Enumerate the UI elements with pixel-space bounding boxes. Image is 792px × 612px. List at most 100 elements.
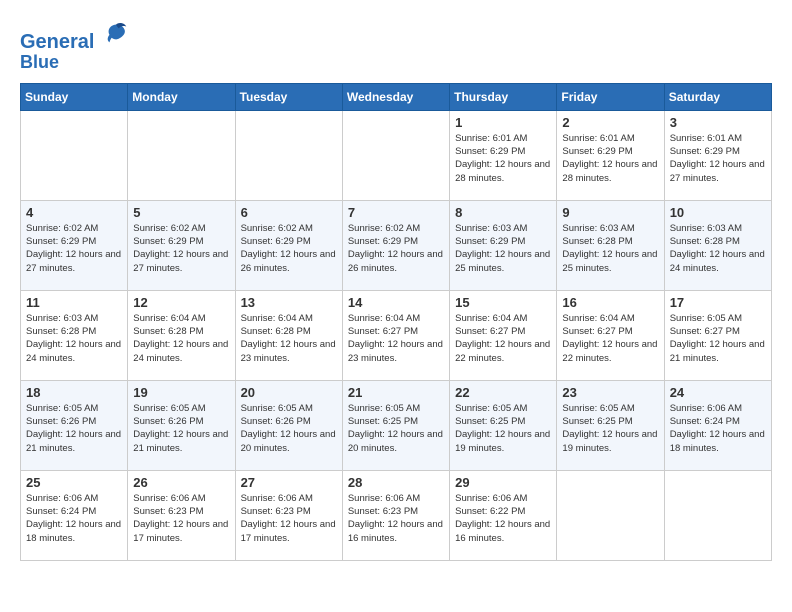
day-info: Sunrise: 6:05 AMSunset: 6:25 PMDaylight:…	[455, 402, 551, 455]
week-row-4: 18 Sunrise: 6:05 AMSunset: 6:26 PMDayligh…	[21, 380, 772, 470]
day-info: Sunrise: 6:05 AMSunset: 6:25 PMDaylight:…	[562, 402, 658, 455]
day-info: Sunrise: 6:04 AMSunset: 6:28 PMDaylight:…	[241, 312, 337, 365]
calendar-cell: 1 Sunrise: 6:01 AMSunset: 6:29 PMDaylight…	[450, 110, 557, 200]
logo: General Blue	[20, 20, 130, 73]
calendar-cell	[557, 470, 664, 560]
calendar-cell: 16 Sunrise: 6:04 AMSunset: 6:27 PMDayligh…	[557, 290, 664, 380]
day-info: Sunrise: 6:03 AMSunset: 6:28 PMDaylight:…	[670, 222, 766, 275]
calendar-cell: 9 Sunrise: 6:03 AMSunset: 6:28 PMDaylight…	[557, 200, 664, 290]
day-info: Sunrise: 6:04 AMSunset: 6:27 PMDaylight:…	[455, 312, 551, 365]
day-number: 21	[348, 385, 444, 400]
day-number: 1	[455, 115, 551, 130]
calendar-cell: 13 Sunrise: 6:04 AMSunset: 6:28 PMDayligh…	[235, 290, 342, 380]
day-info: Sunrise: 6:02 AMSunset: 6:29 PMDaylight:…	[241, 222, 337, 275]
calendar-cell: 19Sunrise: 6:05 AMSunset: 6:26 PMDayligh…	[128, 380, 235, 470]
calendar-cell: 29Sunrise: 6:06 AMSunset: 6:22 PMDayligh…	[450, 470, 557, 560]
logo-text2: Blue	[20, 53, 130, 73]
header-day-thursday: Thursday	[450, 83, 557, 110]
day-info: Sunrise: 6:05 AMSunset: 6:25 PMDaylight:…	[348, 402, 444, 455]
week-row-2: 4 Sunrise: 6:02 AMSunset: 6:29 PMDaylight…	[21, 200, 772, 290]
day-info: Sunrise: 6:05 AMSunset: 6:26 PMDaylight:…	[241, 402, 337, 455]
calendar-cell: 6 Sunrise: 6:02 AMSunset: 6:29 PMDaylight…	[235, 200, 342, 290]
day-info: Sunrise: 6:05 AMSunset: 6:26 PMDaylight:…	[26, 402, 122, 455]
day-number: 9	[562, 205, 658, 220]
day-info: Sunrise: 6:03 AMSunset: 6:29 PMDaylight:…	[455, 222, 551, 275]
day-number: 15	[455, 295, 551, 310]
header-day-wednesday: Wednesday	[342, 83, 449, 110]
calendar-cell: 5Sunrise: 6:02 AMSunset: 6:29 PMDaylight…	[128, 200, 235, 290]
day-info: Sunrise: 6:06 AMSunset: 6:23 PMDaylight:…	[133, 492, 229, 545]
day-info: Sunrise: 6:05 AMSunset: 6:27 PMDaylight:…	[670, 312, 766, 365]
day-info: Sunrise: 6:06 AMSunset: 6:24 PMDaylight:…	[26, 492, 122, 545]
day-number: 18	[26, 385, 122, 400]
calendar-cell: 22 Sunrise: 6:05 AMSunset: 6:25 PMDayligh…	[450, 380, 557, 470]
day-number: 13	[241, 295, 337, 310]
day-number: 3	[670, 115, 766, 130]
calendar-table: SundayMondayTuesdayWednesdayThursdayFrid…	[20, 83, 772, 561]
day-number: 5	[133, 205, 229, 220]
calendar-cell: 8Sunrise: 6:03 AMSunset: 6:29 PMDaylight…	[450, 200, 557, 290]
calendar-cell: 26 Sunrise: 6:06 AMSunset: 6:23 PMDayligh…	[128, 470, 235, 560]
week-row-3: 11Sunrise: 6:03 AMSunset: 6:28 PMDayligh…	[21, 290, 772, 380]
day-info: Sunrise: 6:02 AMSunset: 6:29 PMDaylight:…	[348, 222, 444, 275]
logo-bird-icon	[102, 20, 130, 48]
calendar-cell	[128, 110, 235, 200]
day-number: 24	[670, 385, 766, 400]
calendar-cell: 12 Sunrise: 6:04 AMSunset: 6:28 PMDayligh…	[128, 290, 235, 380]
day-info: Sunrise: 6:06 AMSunset: 6:23 PMDaylight:…	[348, 492, 444, 545]
calendar-cell: 14 Sunrise: 6:04 AMSunset: 6:27 PMDayligh…	[342, 290, 449, 380]
day-info: Sunrise: 6:04 AMSunset: 6:27 PMDaylight:…	[348, 312, 444, 365]
header-day-sunday: Sunday	[21, 83, 128, 110]
day-info: Sunrise: 6:01 AMSunset: 6:29 PMDaylight:…	[670, 132, 766, 185]
page-header: General Blue	[20, 20, 772, 73]
calendar-cell: 23 Sunrise: 6:05 AMSunset: 6:25 PMDayligh…	[557, 380, 664, 470]
calendar-cell: 10 Sunrise: 6:03 AMSunset: 6:28 PMDayligh…	[664, 200, 771, 290]
header-day-friday: Friday	[557, 83, 664, 110]
day-number: 20	[241, 385, 337, 400]
calendar-cell: 20 Sunrise: 6:05 AMSunset: 6:26 PMDayligh…	[235, 380, 342, 470]
day-info: Sunrise: 6:06 AMSunset: 6:23 PMDaylight:…	[241, 492, 337, 545]
day-info: Sunrise: 6:06 AMSunset: 6:24 PMDaylight:…	[670, 402, 766, 455]
calendar-cell: 28 Sunrise: 6:06 AMSunset: 6:23 PMDayligh…	[342, 470, 449, 560]
day-number: 28	[348, 475, 444, 490]
day-number: 10	[670, 205, 766, 220]
calendar-cell	[235, 110, 342, 200]
day-number: 4	[26, 205, 122, 220]
day-info: Sunrise: 6:03 AMSunset: 6:28 PMDaylight:…	[26, 312, 122, 365]
day-number: 26	[133, 475, 229, 490]
day-info: Sunrise: 6:03 AMSunset: 6:28 PMDaylight:…	[562, 222, 658, 275]
calendar-cell: 3 Sunrise: 6:01 AMSunset: 6:29 PMDaylight…	[664, 110, 771, 200]
day-number: 22	[455, 385, 551, 400]
calendar-cell: 15 Sunrise: 6:04 AMSunset: 6:27 PMDayligh…	[450, 290, 557, 380]
day-number: 12	[133, 295, 229, 310]
day-info: Sunrise: 6:06 AMSunset: 6:22 PMDaylight:…	[455, 492, 551, 545]
day-info: Sunrise: 6:01 AMSunset: 6:29 PMDaylight:…	[562, 132, 658, 185]
logo-text: General	[20, 20, 130, 53]
calendar-cell: 11Sunrise: 6:03 AMSunset: 6:28 PMDayligh…	[21, 290, 128, 380]
day-number: 27	[241, 475, 337, 490]
calendar-cell	[664, 470, 771, 560]
day-info: Sunrise: 6:01 AMSunset: 6:29 PMDaylight:…	[455, 132, 551, 185]
day-number: 16	[562, 295, 658, 310]
day-number: 6	[241, 205, 337, 220]
day-number: 23	[562, 385, 658, 400]
calendar-cell: 2 Sunrise: 6:01 AMSunset: 6:29 PMDaylight…	[557, 110, 664, 200]
calendar-cell: 4 Sunrise: 6:02 AMSunset: 6:29 PMDaylight…	[21, 200, 128, 290]
calendar-cell: 7 Sunrise: 6:02 AMSunset: 6:29 PMDaylight…	[342, 200, 449, 290]
header-day-saturday: Saturday	[664, 83, 771, 110]
day-number: 19	[133, 385, 229, 400]
day-number: 14	[348, 295, 444, 310]
calendar-header: SundayMondayTuesdayWednesdayThursdayFrid…	[21, 83, 772, 110]
day-number: 7	[348, 205, 444, 220]
calendar-cell	[342, 110, 449, 200]
day-info: Sunrise: 6:04 AMSunset: 6:28 PMDaylight:…	[133, 312, 229, 365]
day-number: 2	[562, 115, 658, 130]
week-row-5: 25Sunrise: 6:06 AMSunset: 6:24 PMDayligh…	[21, 470, 772, 560]
calendar-cell: 24 Sunrise: 6:06 AMSunset: 6:24 PMDayligh…	[664, 380, 771, 470]
day-info: Sunrise: 6:02 AMSunset: 6:29 PMDaylight:…	[26, 222, 122, 275]
header-day-monday: Monday	[128, 83, 235, 110]
calendar-cell: 25Sunrise: 6:06 AMSunset: 6:24 PMDayligh…	[21, 470, 128, 560]
header-day-tuesday: Tuesday	[235, 83, 342, 110]
day-info: Sunrise: 6:04 AMSunset: 6:27 PMDaylight:…	[562, 312, 658, 365]
day-number: 17	[670, 295, 766, 310]
